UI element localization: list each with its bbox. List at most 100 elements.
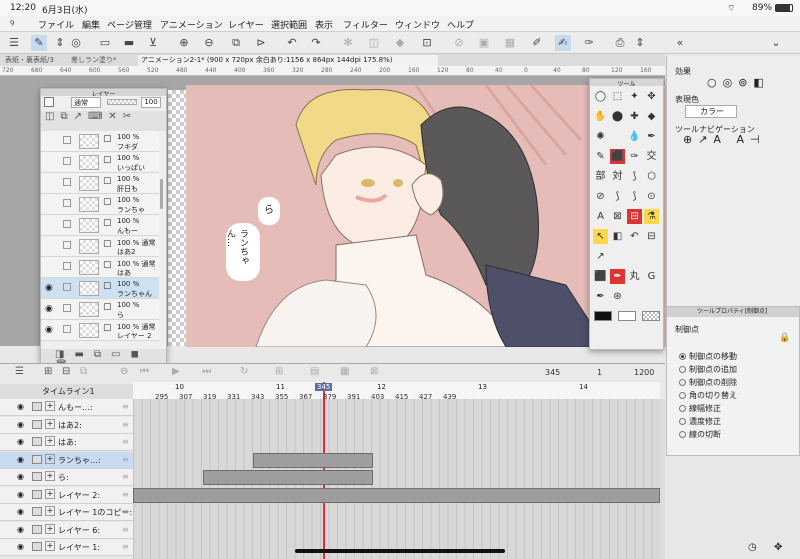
layer-row[interactable]: ▢ 100 % 通常 はあ (41, 257, 159, 278)
tool-button[interactable]: ⊛ (610, 289, 625, 304)
grid-icon[interactable]: ▦ (502, 35, 518, 51)
tool-button[interactable]: ✑ (627, 149, 642, 164)
fit-icon[interactable]: ⧉ (228, 35, 244, 51)
lock-checkbox[interactable] (63, 199, 71, 207)
timeline-scrollbar[interactable] (660, 399, 665, 559)
page-field[interactable]: 1 (597, 368, 602, 377)
fill-icon[interactable]: ◆ (392, 35, 408, 51)
zoom-out-icon[interactable]: ⊖ (201, 35, 217, 51)
current-frame-field[interactable]: 345 (545, 368, 560, 377)
tool-button[interactable]: ✋ (593, 109, 608, 124)
control-point-option[interactable]: 制御点の追加 (679, 364, 737, 375)
eye-icon[interactable]: ◉ (17, 490, 24, 499)
lock-checkbox[interactable] (63, 304, 71, 312)
tool-button[interactable] (644, 249, 659, 264)
tool-button[interactable]: G (644, 269, 659, 284)
drag-handle-icon[interactable]: ≡ (122, 455, 129, 464)
flip-icon[interactable]: ⊳ (253, 35, 269, 51)
clock-icon[interactable]: ◷ (748, 542, 757, 553)
expand-icon[interactable]: + (45, 488, 55, 499)
pen-icon[interactable]: ✎ (31, 35, 47, 51)
control-point-option[interactable]: 線幅修正 (679, 403, 721, 414)
tab-cover[interactable]: 表紙・裏表紙/3 (2, 55, 64, 66)
drag-handle-icon[interactable]: ≡ (122, 472, 129, 481)
cel-icon[interactable]: ▤ (310, 366, 319, 377)
control-point-option[interactable]: 角の切り替え (679, 390, 737, 401)
control-point-option[interactable]: 線の切断 (679, 429, 721, 440)
timeline-track-row[interactable]: ◉ + レイヤー 2: ≡ (0, 486, 133, 504)
expand-icon[interactable]: + (45, 401, 55, 411)
timeline-track-row[interactable]: ◉ + はあ: ≡ (0, 434, 133, 451)
tool-button[interactable]: ✎ (593, 149, 608, 164)
updown2-icon[interactable]: ⇕ (632, 35, 648, 51)
menu-filter[interactable]: フィルター (343, 18, 388, 31)
drag-handle-icon[interactable]: ≡ (122, 507, 129, 516)
lock-checkbox[interactable] (63, 241, 71, 249)
lock-checkbox[interactable] (63, 220, 71, 228)
timeline-cel-span[interactable] (253, 452, 373, 468)
open-folder-icon[interactable]: ▬ (121, 35, 137, 51)
tool-button[interactable]: ⟆ (627, 189, 642, 204)
control-point-option[interactable]: 濃度修正 (679, 416, 721, 427)
timeline-track-row[interactable]: ◉ + レイヤー 6: ≡ (0, 521, 133, 539)
lock-checkbox[interactable] (63, 178, 71, 186)
opacity-slider[interactable] (107, 99, 137, 105)
timeline-layers-icon[interactable]: ⊞ (44, 366, 52, 377)
layer-row[interactable]: ◉ ▢ 100 % ら (41, 299, 159, 320)
tool-button[interactable]: ↖ (593, 229, 608, 244)
cel-specify-icon[interactable]: ▦ (340, 366, 349, 377)
tool-button[interactable]: ⚗ (644, 209, 659, 224)
eye-icon[interactable]: ◉ (17, 472, 24, 481)
tool-button[interactable]: ✥ (644, 89, 659, 104)
expand-icon[interactable]: + (45, 523, 55, 534)
menu-window[interactable]: ウィンドウ (395, 18, 440, 31)
menu-icon[interactable]: ☰ (6, 35, 22, 51)
tool-button[interactable]: ✺ (593, 129, 608, 144)
crop-icon[interactable]: ⊡ (419, 35, 435, 51)
cel-delete-icon[interactable]: ⊠ (370, 366, 378, 377)
tool-button[interactable]: ⬤ (610, 109, 625, 124)
add-cel-icon[interactable]: ⊞ (275, 366, 283, 377)
chevron-down-icon[interactable]: ⌄ (768, 35, 784, 51)
tool-button[interactable] (627, 249, 642, 264)
drag-handle-icon[interactable]: ≡ (122, 490, 129, 499)
eye-icon[interactable]: ◉ (17, 455, 24, 464)
tool-button[interactable]: ⬛ (593, 269, 608, 284)
eye-icon[interactable]: ◉ (45, 304, 53, 314)
clear-icon[interactable]: ◫ (366, 35, 382, 51)
tool-button[interactable]: ⊟ (627, 209, 642, 224)
tool-button[interactable]: 💧 (627, 129, 642, 144)
expand-icon[interactable]: + (45, 541, 55, 551)
timeline-cel-span[interactable] (203, 470, 373, 485)
expand-icon[interactable]: + (45, 418, 55, 429)
eye-icon[interactable]: ◉ (17, 420, 24, 429)
tool-button[interactable]: ↗ (593, 249, 608, 264)
ruler-pen-icon[interactable]: ✐ (529, 35, 545, 51)
expand-icon[interactable]: + (45, 436, 55, 446)
lock-checkbox[interactable] (63, 157, 71, 165)
eye-icon[interactable]: ◉ (17, 507, 24, 516)
timeline-track-row[interactable]: ◉ + レイヤー 1のコピー: ≡ (0, 504, 133, 521)
expand-icon[interactable]: + (45, 506, 55, 516)
drag-handle-icon[interactable]: ≡ (122, 420, 129, 429)
tool-button[interactable]: ✒ (644, 129, 659, 144)
redo-icon[interactable]: ↷ (308, 35, 324, 51)
timeline-track-row[interactable]: ◉ + レイヤー 1: ≡ (0, 539, 133, 556)
transparent-swatch[interactable] (642, 311, 660, 321)
print-icon[interactable]: ⎙ (612, 35, 628, 51)
tool-button[interactable]: ✦ (627, 89, 642, 104)
timeline-name[interactable]: タイムライン1 (0, 384, 133, 399)
menu-view[interactable]: 表示 (315, 18, 333, 31)
tool-button[interactable]: 部 (593, 169, 608, 184)
drag-handle-icon[interactable]: ≡ (122, 402, 129, 411)
tool-button[interactable]: 丸 (627, 269, 642, 284)
layer-tool-icons[interactable]: ◫⧉↗⌨✕✂ (45, 111, 137, 122)
eye-icon[interactable]: ◉ (17, 402, 24, 411)
tool-button[interactable]: ◧ (610, 229, 625, 244)
tool-button[interactable]: 交 (644, 149, 659, 164)
eye-icon[interactable]: ◉ (17, 525, 24, 534)
invert-icon[interactable]: ▣ (476, 35, 492, 51)
loop-icon[interactable]: ↻ (240, 366, 248, 377)
timeline-track-row[interactable]: ◉ + はあ2: ≡ (0, 416, 133, 434)
move-icon[interactable]: ✥ (774, 542, 782, 553)
